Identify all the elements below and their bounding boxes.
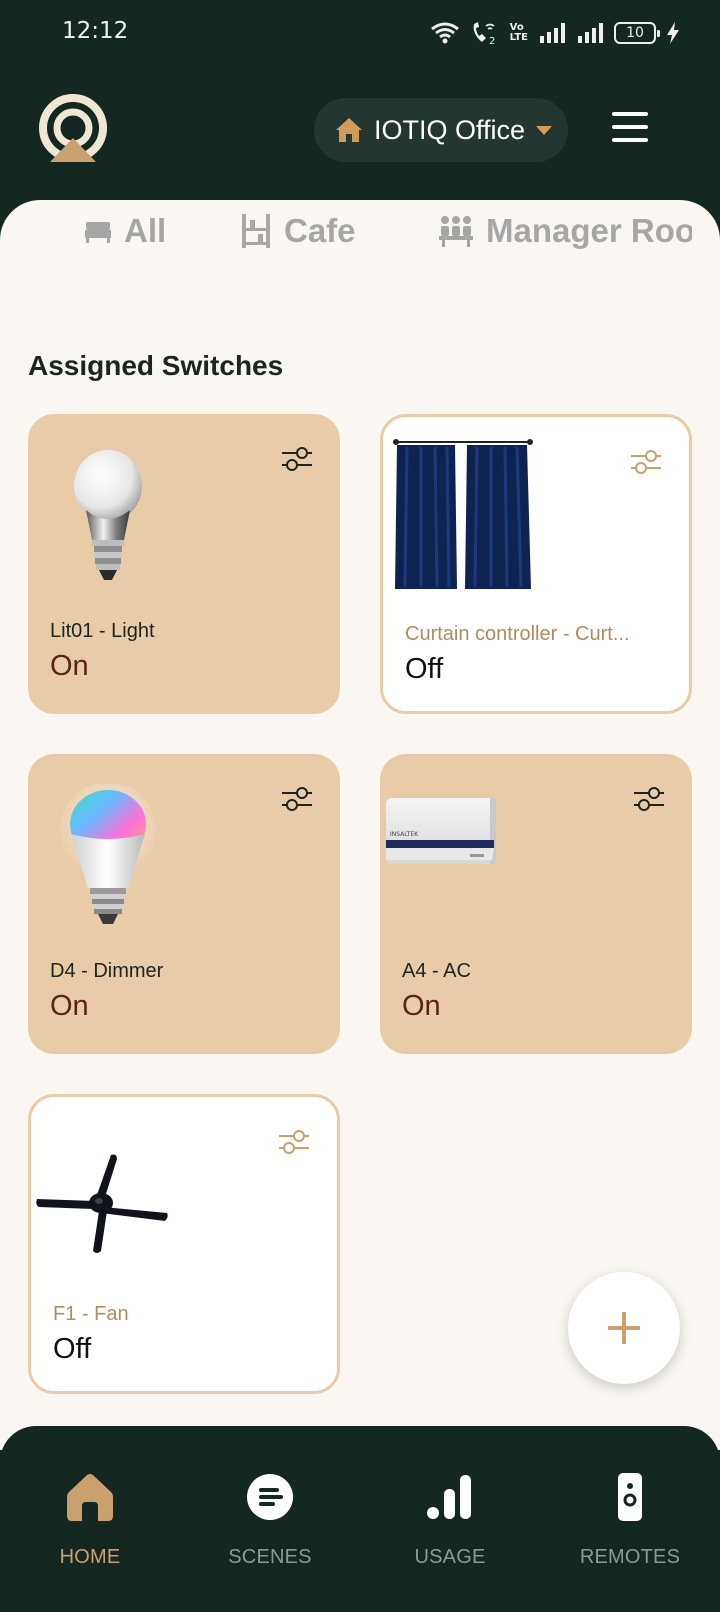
home-icon — [67, 1474, 113, 1521]
section-title: Assigned Switches — [28, 350, 284, 381]
bed-icon — [85, 222, 111, 243]
nav-label: USAGE — [414, 1546, 486, 1568]
nav-label: HOME — [59, 1546, 121, 1568]
status-time: 12:12 — [62, 18, 129, 44]
hamburger-menu-icon[interactable] — [612, 112, 650, 146]
bar-chart-icon — [427, 1475, 471, 1519]
tab-manager-room[interactable]: Manager Roo — [438, 212, 692, 250]
iotiq-logo — [39, 94, 107, 162]
switch-state: Off — [53, 1333, 92, 1365]
switch-name: Curtain controller - Curt... — [405, 623, 630, 645]
shelves-icon — [242, 214, 270, 248]
nav-scenes[interactable]: SCENES — [190, 1470, 350, 1569]
tab-label: All — [124, 212, 167, 249]
status-bar: 12:12 2 Vo LTE 10 — [0, 0, 720, 66]
switch-name: Lit01 - Light — [50, 620, 155, 642]
air-conditioner-image: INSALTEK — [386, 798, 496, 864]
tab-label: Cafe — [284, 212, 356, 249]
app-header: IOTIQ Office — [0, 66, 720, 200]
svg-text:INSALTEK: INSALTEK — [390, 831, 419, 838]
home-name: IOTIQ Office — [374, 114, 526, 145]
settings-sliders-icon[interactable] — [629, 447, 663, 477]
wifi-calling-icon: 2 — [473, 22, 495, 46]
signal-icon-2 — [578, 23, 603, 43]
switch-name: D4 - Dimmer — [50, 960, 164, 982]
chevron-down-icon — [536, 126, 553, 135]
ceiling-fan-image — [36, 1154, 168, 1253]
volte-indicator: Vo LTE — [509, 22, 528, 43]
home-icon — [336, 118, 362, 142]
curtain-image — [393, 439, 533, 589]
nav-remotes[interactable]: REMOTES — [550, 1470, 710, 1569]
rgb-bulb-image — [60, 784, 156, 924]
plus-icon — [608, 1312, 640, 1344]
switch-card-fan[interactable]: F1 - Fan Off — [28, 1094, 340, 1394]
tab-label: Manager Roo — [486, 212, 692, 249]
signal-icon-1 — [540, 23, 565, 43]
battery-indicator: 10 — [614, 22, 660, 44]
charging-icon — [667, 22, 679, 44]
settings-sliders-icon[interactable] — [280, 784, 314, 814]
wifi-icon — [430, 22, 459, 44]
switch-card-curtain[interactable]: Curtain controller - Curt... Off — [380, 414, 692, 714]
status-icons: 2 Vo LTE 10 — [430, 18, 680, 48]
switch-state: On — [50, 650, 89, 682]
settings-sliders-icon[interactable] — [632, 784, 666, 814]
switch-state: On — [402, 990, 441, 1022]
scenes-icon — [247, 1474, 293, 1520]
content-panel: All Cafe Manager Roo Assigned Switches L… — [0, 200, 720, 1450]
switch-card-ac[interactable]: INSALTEK A4 - AC On — [380, 754, 692, 1054]
nav-usage[interactable]: USAGE — [370, 1470, 530, 1569]
switch-state: Off — [405, 653, 444, 685]
tab-all[interactable]: All — [84, 212, 166, 250]
room-tabs: All Cafe Manager Roo — [0, 200, 692, 270]
nav-label: REMOTES — [579, 1546, 681, 1568]
meeting-icon — [439, 216, 473, 247]
nav-label: SCENES — [228, 1546, 312, 1568]
switch-state: On — [50, 990, 89, 1022]
add-switch-button[interactable] — [568, 1272, 680, 1384]
settings-sliders-icon[interactable] — [280, 444, 314, 474]
light-bulb-image — [74, 450, 142, 580]
switch-name: F1 - Fan — [53, 1303, 129, 1325]
nav-home[interactable]: HOME — [10, 1470, 170, 1569]
remote-icon — [618, 1473, 642, 1521]
home-selector[interactable]: IOTIQ Office — [314, 98, 568, 162]
switch-card-light[interactable]: Lit01 - Light On — [28, 414, 340, 714]
tab-cafe[interactable]: Cafe — [240, 212, 356, 250]
switch-name: A4 - AC — [402, 960, 471, 982]
svg-text:2: 2 — [489, 36, 495, 46]
settings-sliders-icon[interactable] — [277, 1127, 311, 1157]
bottom-nav: HOME SCENES USAGE REMOTES — [0, 1426, 720, 1612]
switch-card-dimmer[interactable]: D4 - Dimmer On — [28, 754, 340, 1054]
